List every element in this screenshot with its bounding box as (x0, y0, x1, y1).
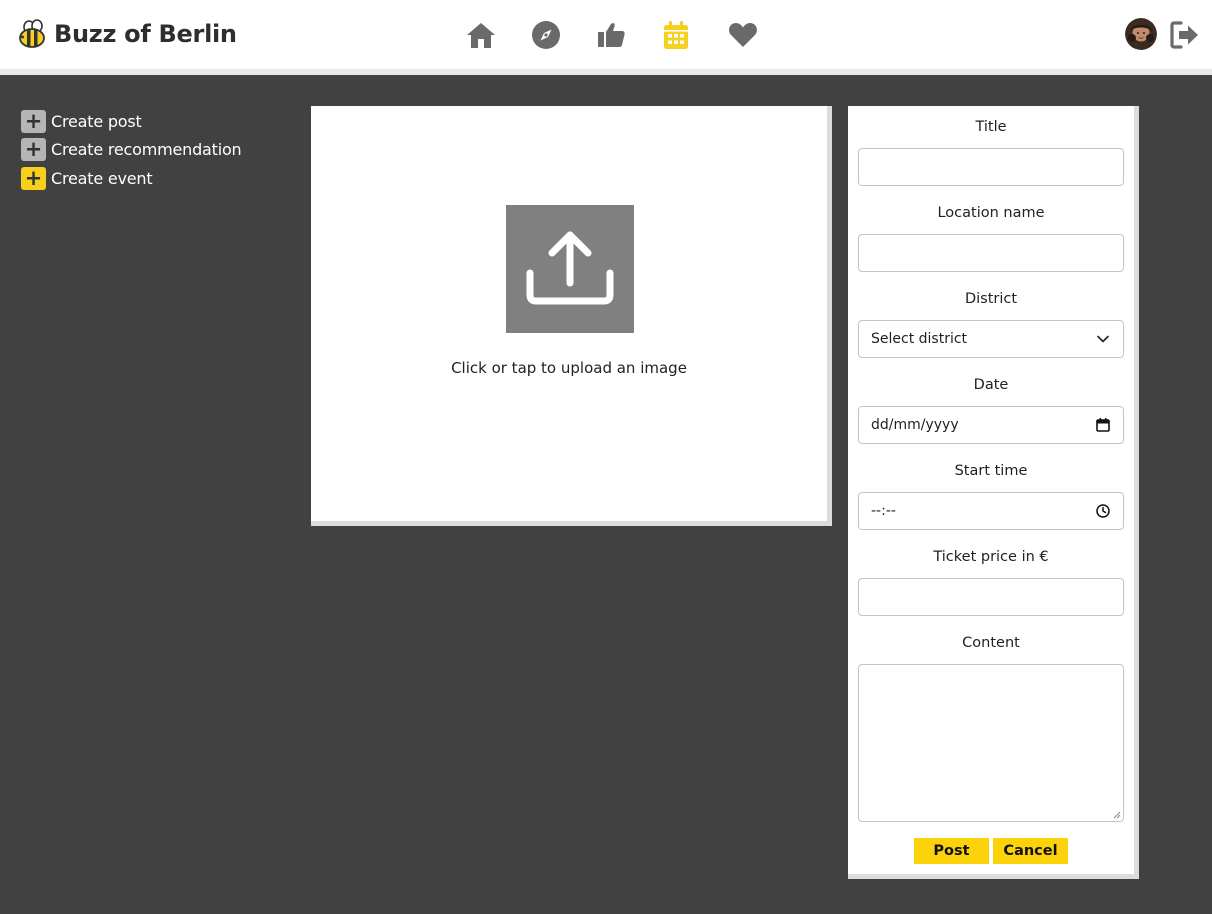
date-input[interactable]: dd/mm/yyyy (858, 406, 1124, 444)
nav-favorites[interactable] (725, 17, 761, 53)
create-post-item[interactable]: + Create post (21, 107, 241, 136)
plus-icon: + (21, 166, 46, 190)
create-event-label: Create event (51, 168, 153, 188)
create-event-item[interactable]: + Create event (21, 164, 241, 193)
ticket-price-input[interactable] (858, 578, 1124, 616)
content-textarea[interactable] (858, 664, 1124, 822)
location-label: Location name (937, 205, 1045, 221)
top-header: Buzz of Berlin (0, 0, 1212, 69)
avatar-icon (1125, 18, 1157, 50)
calendar-icon (664, 21, 688, 49)
compass-icon (532, 21, 560, 49)
calendar-picker-icon[interactable] (1095, 417, 1111, 433)
upload-instructions: Click or tap to upload an image (451, 359, 687, 377)
start-time-placeholder: --:-- (871, 503, 896, 519)
brand[interactable]: Buzz of Berlin (16, 14, 237, 54)
location-input[interactable] (858, 234, 1124, 272)
district-selected-value: Select district (871, 331, 968, 347)
upload-icon (526, 231, 614, 305)
event-form: Title Location name District Select dist… (848, 106, 1139, 879)
create-post-label: Create post (51, 111, 142, 131)
nav-home[interactable] (463, 17, 499, 53)
nav-recommendations[interactable] (593, 17, 629, 53)
date-placeholder: dd/mm/yyyy (871, 417, 959, 433)
district-label: District (964, 291, 1018, 307)
clock-icon[interactable] (1095, 503, 1111, 519)
ticket-price-label: Ticket price in € (933, 549, 1049, 565)
heart-icon (729, 23, 757, 47)
create-recommendation-item[interactable]: + Create recommendation (21, 136, 242, 165)
logout-icon (1170, 21, 1198, 49)
logout-button[interactable] (1169, 20, 1201, 50)
content-label: Content (962, 635, 1020, 651)
post-button[interactable]: Post (914, 838, 989, 864)
start-time-label: Start time (954, 463, 1028, 479)
date-label: Date (973, 377, 1009, 393)
image-upload-button[interactable] (506, 205, 634, 333)
user-avatar[interactable] (1125, 18, 1157, 50)
nav-explore[interactable] (528, 17, 564, 53)
home-icon (467, 23, 495, 48)
district-select[interactable]: Select district (858, 320, 1124, 358)
nav-events[interactable] (658, 17, 694, 53)
bee-logo-icon (19, 19, 45, 48)
plus-icon: + (21, 138, 46, 162)
start-time-input[interactable]: --:-- (858, 492, 1124, 530)
title-label: Title (975, 119, 1007, 135)
create-menu: + Create post + Create recommendation + … (21, 107, 242, 193)
title-input[interactable] (858, 148, 1124, 186)
thumbs-up-icon (598, 23, 625, 47)
app-title: Buzz of Berlin (54, 20, 237, 48)
chevron-down-icon (1097, 335, 1109, 343)
resize-handle-icon[interactable] (1113, 811, 1121, 819)
image-upload-panel: Click or tap to upload an image (311, 106, 832, 526)
cancel-button[interactable]: Cancel (993, 838, 1068, 864)
create-recommendation-label: Create recommendation (51, 140, 242, 160)
plus-icon: + (21, 109, 46, 133)
header-divider (0, 69, 1212, 75)
